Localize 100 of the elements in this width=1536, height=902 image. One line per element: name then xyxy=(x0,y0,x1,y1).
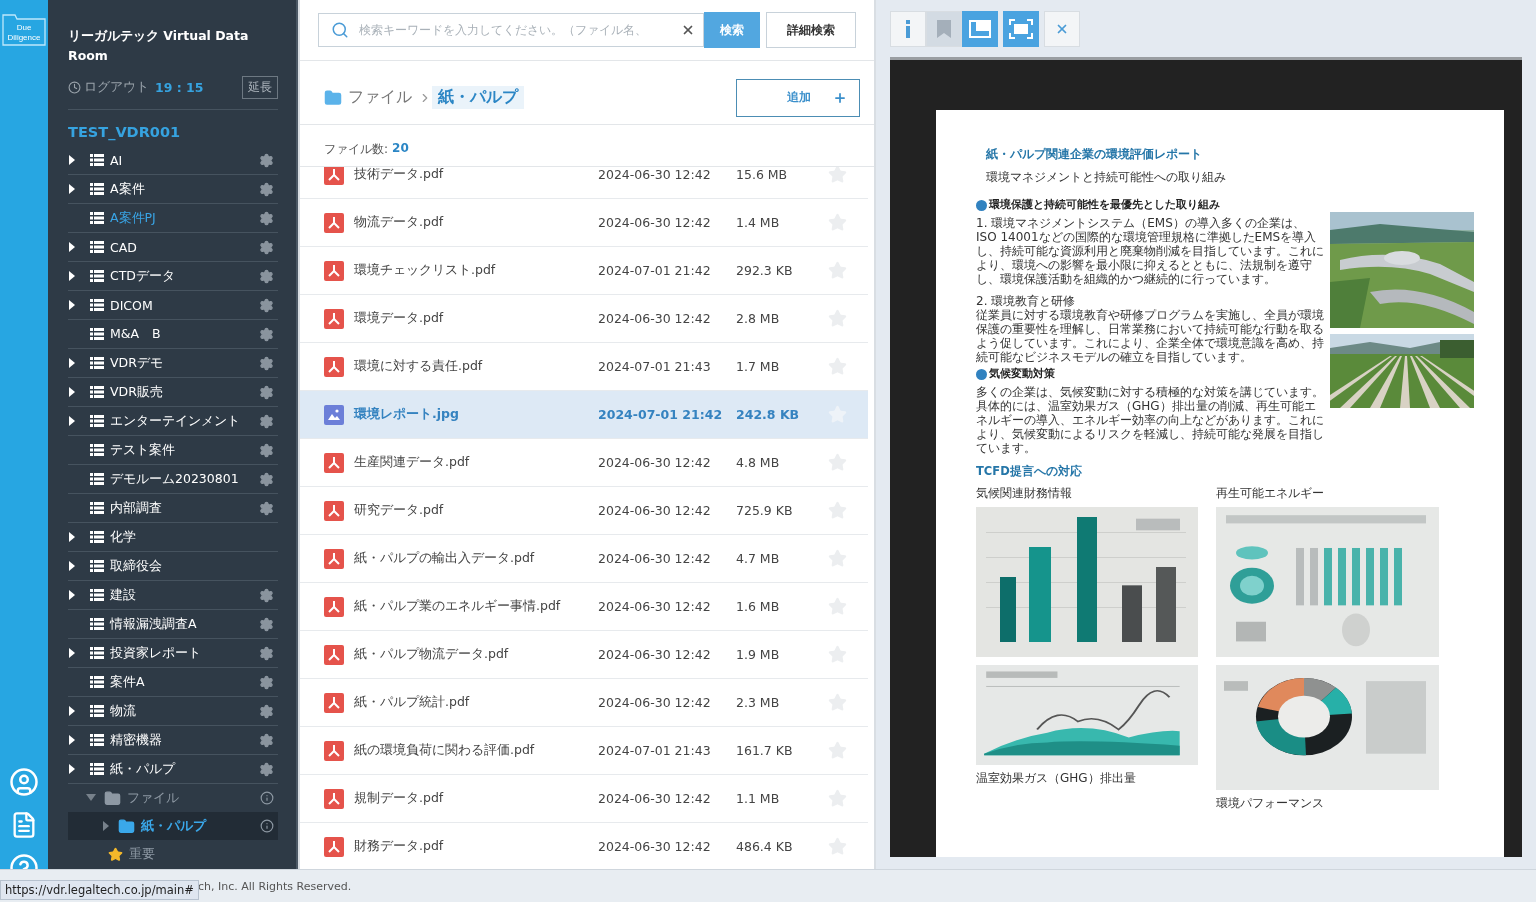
pdf-icon xyxy=(324,500,344,521)
room-name: 化学 xyxy=(110,528,136,546)
room-item[interactable]: 情報漏洩調査A xyxy=(68,610,278,639)
pdf-icon xyxy=(324,788,344,809)
room-item[interactable]: CTDデータ xyxy=(68,262,278,291)
settings-icon[interactable] xyxy=(259,616,274,632)
room-item[interactable]: 取締役会 xyxy=(68,552,278,581)
viewer-tab[interactable] xyxy=(890,10,926,47)
settings-icon[interactable] xyxy=(259,355,274,371)
room-name: DICOM xyxy=(110,297,153,313)
star-icon[interactable] xyxy=(828,167,847,184)
room-name: エンターテインメント xyxy=(110,412,240,430)
caret-icon xyxy=(68,155,76,165)
room-title: リーガルテック Virtual Data Room xyxy=(68,27,250,65)
list-icon xyxy=(90,560,104,572)
settings-icon[interactable] xyxy=(259,326,274,342)
room-item[interactable]: 案件A xyxy=(68,668,278,697)
extend-button[interactable]: 延長 xyxy=(242,76,278,99)
list-icon xyxy=(90,531,104,543)
room-item[interactable]: M&A B xyxy=(68,320,278,349)
viewer-tab[interactable] xyxy=(926,10,962,47)
caret-icon xyxy=(68,590,76,600)
file-name: 紙・パルプ物流データ.pdf xyxy=(354,646,510,663)
file-size: 4.7 MB xyxy=(736,551,781,566)
user-icon[interactable] xyxy=(9,767,39,797)
caret-icon xyxy=(68,648,76,658)
room-item[interactable]: 精密機器 xyxy=(68,726,278,755)
room-name: 案件A xyxy=(110,673,145,691)
info-icon xyxy=(905,19,911,38)
room-item[interactable]: AI xyxy=(68,146,278,175)
room-item[interactable]: テスト案件 xyxy=(68,436,278,465)
file-date: 2024-06-30 12:42 xyxy=(598,791,712,806)
file-row[interactable]: 技術データ.pdf 2024-06-30 12:42 15.6 MB xyxy=(300,167,868,199)
room-item[interactable]: デモルーム20230801 xyxy=(68,465,278,494)
file-size: 1.7 MB xyxy=(736,359,781,374)
settings-icon[interactable] xyxy=(259,761,274,777)
info-icon xyxy=(260,819,274,833)
pdf-icon xyxy=(324,836,344,857)
list-icon xyxy=(90,357,104,369)
settings-icon[interactable] xyxy=(259,645,274,661)
room-item[interactable]: VDR販売 xyxy=(68,378,278,407)
room-item[interactable]: 建設 xyxy=(68,581,278,610)
room-item[interactable]: A案件PJ xyxy=(68,204,278,233)
favorites-item[interactable]: 重要 xyxy=(129,845,155,863)
room-item[interactable]: VDRデモ xyxy=(68,349,278,378)
advanced-search-button[interactable]: 詳細検索 xyxy=(766,12,856,48)
room-item[interactable]: 内部調査 xyxy=(68,494,278,523)
folder-item[interactable]: ファイル xyxy=(68,784,278,812)
breadcrumb-item[interactable]: 紙・パルプ xyxy=(432,86,524,109)
close-button[interactable] xyxy=(1044,10,1080,47)
search-field[interactable]: 検索キーワードを入力してください。（ファイル名、 xyxy=(318,13,704,47)
settings-icon[interactable] xyxy=(259,210,274,226)
settings-icon[interactable] xyxy=(259,674,274,690)
figure-caption: 温室効果ガス（GHG）排出量 xyxy=(976,770,1137,787)
room-name: 投資家レポート xyxy=(110,644,201,662)
paragraph: 従業員に対する環境教育や研修プログラムを実施し、全員が環境保護の重要性を理解し、日常業務において持続可能な行動を取るよう促しています。これにより、企業全体で環境意識を高め、持続可能なビジネスモデルの確立を目指しています。 xyxy=(976,308,1324,364)
settings-icon[interactable] xyxy=(259,297,274,313)
room-item[interactable]: A案件 xyxy=(68,175,278,204)
room-item[interactable]: エンターテインメント xyxy=(68,407,278,436)
file-name: 環境データ.pdf xyxy=(354,310,445,327)
settings-icon[interactable] xyxy=(259,181,274,197)
room-item[interactable]: DICOM xyxy=(68,291,278,320)
bookmark-icon xyxy=(937,19,951,38)
file-size: 4.8 MB xyxy=(736,455,781,470)
room-name: 紙・パルプ xyxy=(110,760,175,778)
room-group-title: TEST_VDR001 xyxy=(68,124,182,140)
settings-icon[interactable] xyxy=(259,500,274,516)
room-item[interactable]: CAD xyxy=(68,233,278,262)
settings-icon[interactable] xyxy=(259,152,274,168)
file-size: 1.4 MB xyxy=(736,215,781,230)
list-icon xyxy=(90,473,104,485)
file-date: 2024-06-30 12:42 xyxy=(598,311,712,326)
file-name: 規制データ.pdf xyxy=(354,790,445,807)
room-item[interactable]: 紙・パルプ xyxy=(68,755,278,784)
add-button[interactable]: 追加 xyxy=(736,78,860,117)
settings-icon[interactable] xyxy=(259,442,274,458)
file-name: 環境チェックリスト.pdf xyxy=(354,262,497,279)
room-name: 取締役会 xyxy=(110,557,162,575)
room-name: A案件 xyxy=(110,180,145,198)
layout-button[interactable] xyxy=(962,10,998,47)
clear-button[interactable] xyxy=(681,23,695,37)
settings-icon[interactable] xyxy=(259,732,274,748)
settings-icon[interactable] xyxy=(259,268,274,284)
file-size: 15.6 MB xyxy=(736,167,789,182)
fullscreen-icon xyxy=(1009,18,1033,39)
settings-icon[interactable] xyxy=(259,239,274,255)
settings-icon[interactable] xyxy=(259,413,274,429)
room-item[interactable]: 投資家レポート xyxy=(68,639,278,668)
folder-item[interactable]: 紙・パルプ xyxy=(68,812,278,840)
settings-icon[interactable] xyxy=(259,471,274,487)
breadcrumb-item[interactable]: ファイル xyxy=(342,86,418,109)
room-item[interactable]: 化学 xyxy=(68,523,278,552)
room-item[interactable]: 物流 xyxy=(68,697,278,726)
list-icon xyxy=(90,415,104,427)
search-icon xyxy=(331,21,349,39)
settings-icon[interactable] xyxy=(259,587,274,603)
file-name: 財務データ.pdf xyxy=(354,838,445,855)
fullscreen-button[interactable] xyxy=(1003,10,1039,47)
settings-icon[interactable] xyxy=(259,384,274,400)
settings-icon[interactable] xyxy=(259,703,274,719)
